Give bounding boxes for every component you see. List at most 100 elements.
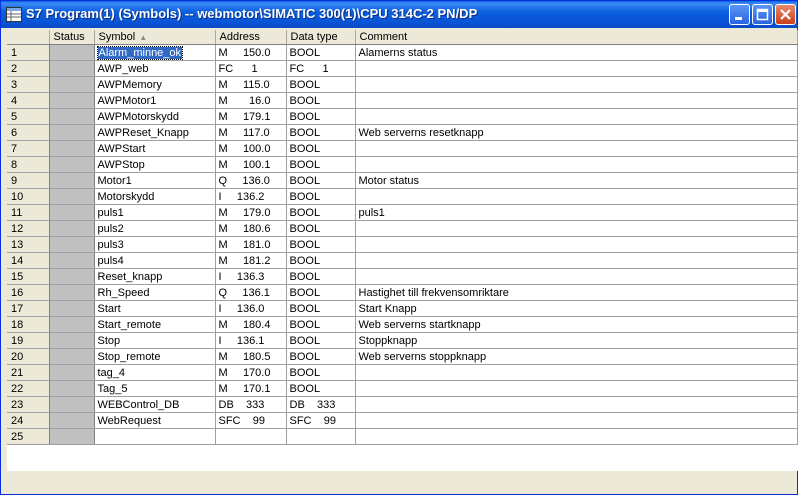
- table-row[interactable]: 6 AWPReset_Knapp M 117.0 BOOL Web serverns r…: [7, 124, 798, 141]
- datatype-cell[interactable]: BOOL: [286, 348, 356, 365]
- row-number-cell[interactable]: 22: [7, 380, 50, 397]
- table-row[interactable]: 25: [7, 428, 798, 445]
- close-button[interactable]: [775, 4, 796, 25]
- datatype-cell[interactable]: BOOL: [286, 188, 356, 205]
- table-row[interactable]: 1 Alarm_minne_ok M 150.0 BOOL Alamerns statu…: [7, 44, 798, 61]
- row-number-cell[interactable]: 8: [7, 156, 50, 173]
- comment-cell[interactable]: Hastighet till frekvensomriktare: [355, 284, 798, 301]
- row-number-cell[interactable]: 20: [7, 348, 50, 365]
- symbol-cell[interactable]: AWPMotor1: [94, 92, 216, 109]
- status-cell[interactable]: [49, 76, 95, 93]
- row-number-cell[interactable]: 24: [7, 412, 50, 429]
- datatype-cell[interactable]: BOOL: [286, 284, 356, 301]
- table-row[interactable]: 23 WEBControl_DB DB 333 DB 333: [7, 396, 798, 413]
- status-cell[interactable]: [49, 140, 95, 157]
- symbol-cell[interactable]: AWPStart: [94, 140, 216, 157]
- status-cell[interactable]: [49, 124, 95, 141]
- comment-cell[interactable]: Stoppknapp: [355, 332, 798, 349]
- address-cell[interactable]: DB 333: [215, 396, 287, 413]
- row-number-cell[interactable]: 9: [7, 172, 50, 189]
- datatype-cell[interactable]: FC 1: [286, 60, 356, 77]
- symbol-cell[interactable]: puls3: [94, 236, 216, 253]
- status-cell[interactable]: [49, 332, 95, 349]
- row-number-cell[interactable]: 14: [7, 252, 50, 269]
- datatype-cell[interactable]: BOOL: [286, 156, 356, 173]
- comment-cell[interactable]: [355, 76, 798, 93]
- symbol-cell[interactable]: Motor1: [94, 172, 216, 189]
- datatype-cell[interactable]: BOOL: [286, 364, 356, 381]
- table-row[interactable]: 14 puls4 M 181.2 BOOL: [7, 252, 798, 269]
- datatype-cell[interactable]: BOOL: [286, 380, 356, 397]
- datatype-cell[interactable]: BOOL: [286, 76, 356, 93]
- datatype-cell[interactable]: BOOL: [286, 316, 356, 333]
- comment-cell[interactable]: Web serverns resetknapp: [355, 124, 798, 141]
- address-cell[interactable]: M 180.5: [215, 348, 287, 365]
- row-number-cell[interactable]: 11: [7, 204, 50, 221]
- comment-cell[interactable]: [355, 380, 798, 397]
- table-row[interactable]: 2 AWP_web FC 1 FC 1: [7, 60, 798, 77]
- datatype-cell[interactable]: BOOL: [286, 332, 356, 349]
- address-cell[interactable]: [215, 428, 287, 445]
- comment-cell[interactable]: [355, 412, 798, 429]
- datatype-cell[interactable]: BOOL: [286, 108, 356, 125]
- comment-cell[interactable]: [355, 428, 798, 445]
- address-cell[interactable]: M 170.1: [215, 380, 287, 397]
- table-row[interactable]: 11 puls1 M 179.0 BOOL puls1: [7, 204, 798, 221]
- comment-cell[interactable]: Alamerns status: [355, 44, 798, 61]
- address-cell[interactable]: M 181.0: [215, 236, 287, 253]
- symbol-column-header[interactable]: Symbol ▲: [94, 30, 216, 45]
- status-cell[interactable]: [49, 316, 95, 333]
- comment-cell[interactable]: [355, 252, 798, 269]
- row-number-cell[interactable]: 6: [7, 124, 50, 141]
- datatype-cell[interactable]: BOOL: [286, 172, 356, 189]
- address-cell[interactable]: M 179.0: [215, 204, 287, 221]
- address-cell[interactable]: SFC 99: [215, 412, 287, 429]
- row-number-cell[interactable]: 3: [7, 76, 50, 93]
- address-column-header[interactable]: Address: [215, 30, 287, 45]
- row-number-cell[interactable]: 19: [7, 332, 50, 349]
- status-cell[interactable]: [49, 44, 95, 61]
- status-cell[interactable]: [49, 108, 95, 125]
- symbol-cell[interactable]: Start_remote: [94, 316, 216, 333]
- symbol-cell[interactable]: Stop: [94, 332, 216, 349]
- comment-cell[interactable]: [355, 188, 798, 205]
- status-cell[interactable]: [49, 204, 95, 221]
- title-bar[interactable]: S7 Program(1) (Symbols) -- webmotor\SIMA…: [1, 1, 797, 28]
- status-cell[interactable]: [49, 348, 95, 365]
- datatype-column-header[interactable]: Data type: [286, 30, 356, 45]
- datatype-cell[interactable]: SFC 99: [286, 412, 356, 429]
- comment-cell[interactable]: [355, 156, 798, 173]
- comment-cell[interactable]: [355, 364, 798, 381]
- datatype-cell[interactable]: BOOL: [286, 220, 356, 237]
- address-cell[interactable]: I 136.3: [215, 268, 287, 285]
- symbol-cell[interactable]: Reset_knapp: [94, 268, 216, 285]
- symbol-cell[interactable]: Stop_remote: [94, 348, 216, 365]
- row-number-cell[interactable]: 2: [7, 60, 50, 77]
- row-number-cell[interactable]: 7: [7, 140, 50, 157]
- datatype-cell[interactable]: BOOL: [286, 252, 356, 269]
- comment-cell[interactable]: Web serverns stoppknapp: [355, 348, 798, 365]
- address-cell[interactable]: I 136.2: [215, 188, 287, 205]
- address-cell[interactable]: M 100.0: [215, 140, 287, 157]
- comment-cell[interactable]: [355, 396, 798, 413]
- address-cell[interactable]: Q 136.0: [215, 172, 287, 189]
- table-row[interactable]: 5 AWPMotorskydd M 179.1 BOOL: [7, 108, 798, 125]
- symbol-cell[interactable]: tag_4: [94, 364, 216, 381]
- symbol-cell[interactable]: puls4: [94, 252, 216, 269]
- symbol-cell[interactable]: Tag_5: [94, 380, 216, 397]
- status-cell[interactable]: [49, 428, 95, 445]
- row-number-cell[interactable]: 1: [7, 44, 50, 61]
- comment-cell[interactable]: Motor status: [355, 172, 798, 189]
- comment-cell[interactable]: Start Knapp: [355, 300, 798, 317]
- status-cell[interactable]: [49, 412, 95, 429]
- address-cell[interactable]: M 180.4: [215, 316, 287, 333]
- comment-cell[interactable]: [355, 268, 798, 285]
- row-number-cell[interactable]: 15: [7, 268, 50, 285]
- table-row[interactable]: 22 Tag_5 M 170.1 BOOL: [7, 380, 798, 397]
- symbol-table[interactable]: Status Symbol ▲ Address Data type Comment…: [7, 30, 798, 471]
- symbol-grid[interactable]: Status Symbol ▲ Address Data type Comment…: [7, 30, 798, 445]
- status-cell[interactable]: [49, 172, 95, 189]
- minimize-button[interactable]: [729, 4, 750, 25]
- status-cell[interactable]: [49, 220, 95, 237]
- table-row[interactable]: 16 Rh_Speed Q 136.1 BOOL Hastighet till frek…: [7, 284, 798, 301]
